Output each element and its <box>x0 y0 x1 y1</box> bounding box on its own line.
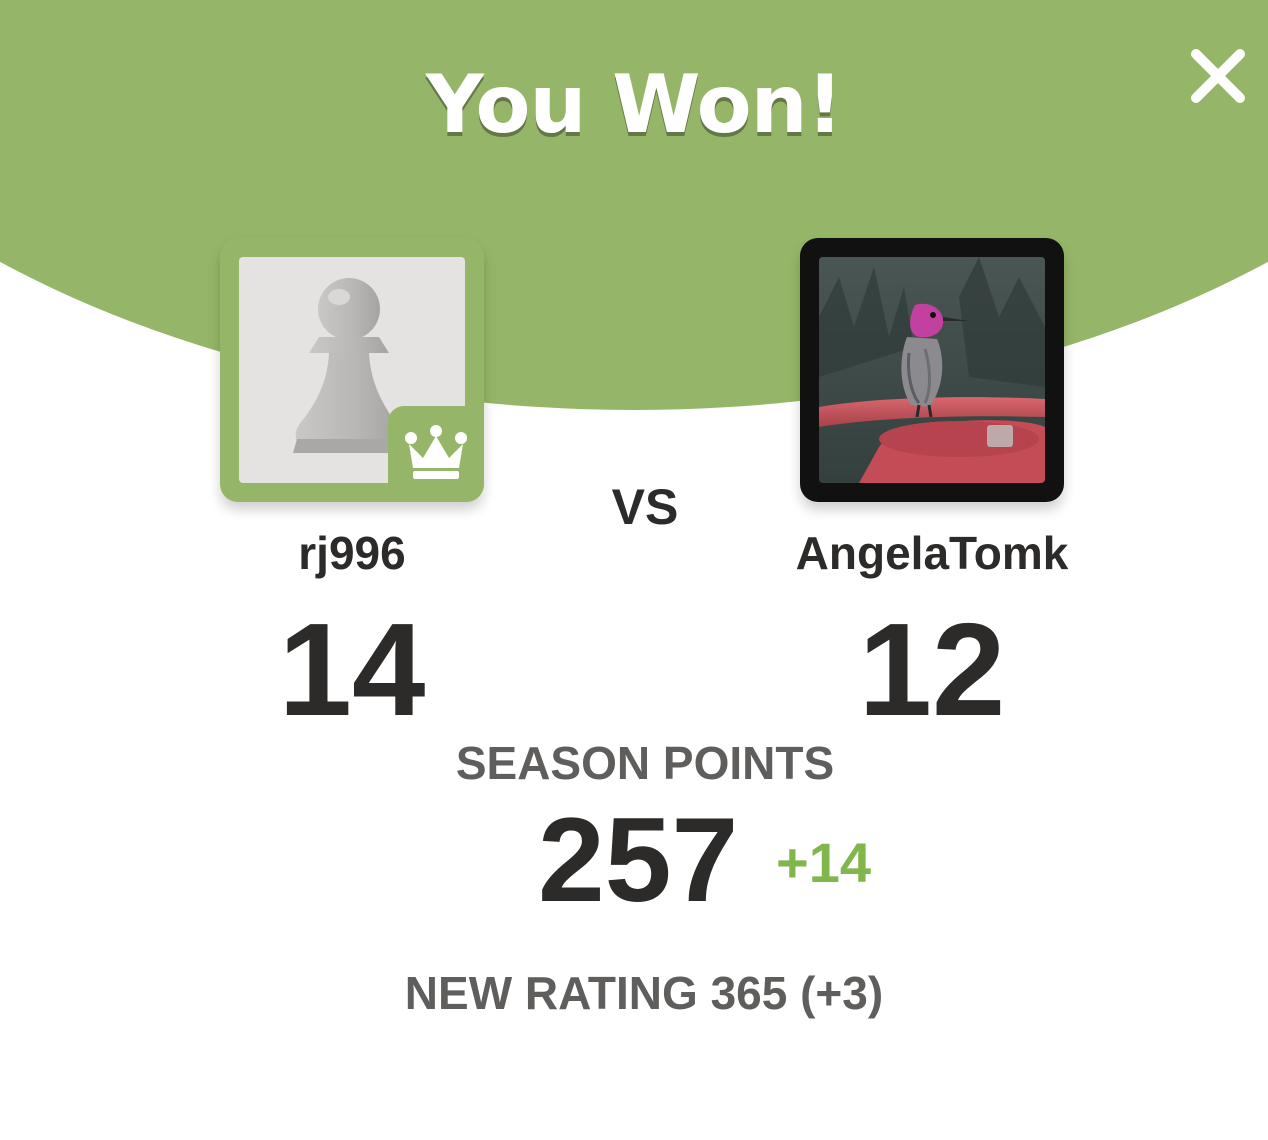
score-left: 14 <box>278 596 426 743</box>
winner-badge <box>388 406 484 502</box>
vs-label: VS <box>611 479 679 535</box>
game-over-modal: You Won! VS rj996 AngelaTomk 14 12 SEASO… <box>0 0 1268 1140</box>
season-points-value: 257 <box>538 793 739 927</box>
result-title: You Won! <box>425 58 843 151</box>
username-left[interactable]: rj996 <box>180 526 524 580</box>
new-rating-text: NEW RATING 365 (+3) <box>404 967 884 1019</box>
username-right[interactable]: AngelaTomk <box>740 526 1124 580</box>
avatar-image-right <box>819 257 1045 483</box>
player-avatar-right[interactable] <box>800 238 1064 502</box>
score-right: 12 <box>858 596 1006 743</box>
crown-icon <box>405 425 467 479</box>
season-points-label: SEASON POINTS <box>455 737 835 789</box>
player-avatar-left[interactable] <box>220 238 484 502</box>
close-icon <box>1191 49 1245 103</box>
hummingbird-photo <box>819 257 1045 483</box>
season-points-delta: +14 <box>776 831 871 894</box>
close-button[interactable] <box>1186 44 1250 108</box>
